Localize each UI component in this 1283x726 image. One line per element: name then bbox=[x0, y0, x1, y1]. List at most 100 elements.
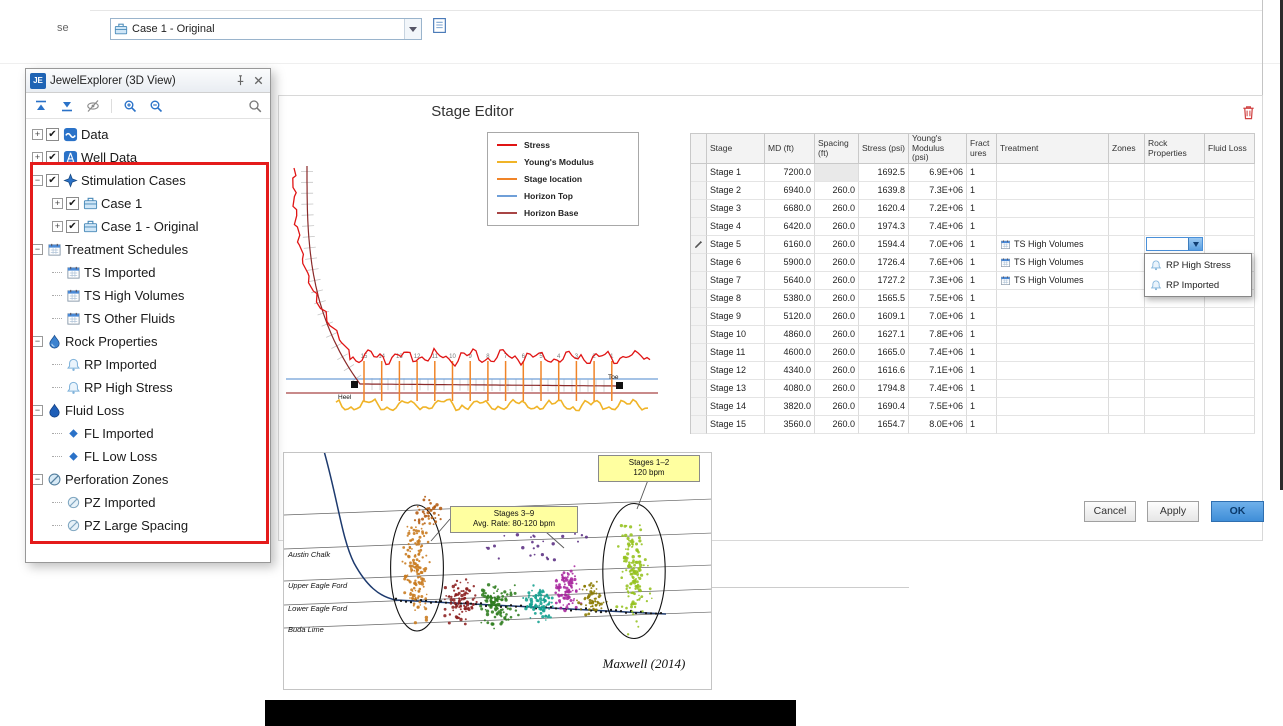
cell-zones[interactable] bbox=[1109, 218, 1145, 236]
column-header-spacing-ft[interactable]: Spacing (ft) bbox=[815, 134, 859, 164]
cell-md-ft[interactable]: 5380.0 bbox=[765, 290, 815, 308]
cell-zones[interactable] bbox=[1109, 272, 1145, 290]
tree-item-ts-other-fluids[interactable]: TS Other Fluids bbox=[26, 307, 270, 330]
pin-icon[interactable] bbox=[232, 73, 248, 89]
checkbox-checked[interactable]: ✔ bbox=[66, 220, 79, 233]
tree-item-pz-imported[interactable]: PZ Imported bbox=[26, 491, 270, 514]
case-selector[interactable]: Case 1 - Original bbox=[110, 18, 422, 40]
cell-stress-psi[interactable]: 1609.1 bbox=[859, 308, 909, 326]
cell-zones[interactable] bbox=[1109, 164, 1145, 182]
cell-stress-psi[interactable]: 1726.4 bbox=[859, 254, 909, 272]
column-header-stage[interactable]: Stage bbox=[707, 134, 765, 164]
tree-item-case-1-original[interactable]: +✔Case 1 - Original bbox=[26, 215, 270, 238]
column-header-stress-psi[interactable]: Stress (psi) bbox=[859, 134, 909, 164]
cell-young-s-modulus-psi[interactable]: 7.2E+06 bbox=[909, 200, 967, 218]
cell-fluid-loss[interactable] bbox=[1205, 380, 1255, 398]
cell-fluid-loss[interactable] bbox=[1205, 182, 1255, 200]
cell-stress-psi[interactable]: 1620.4 bbox=[859, 200, 909, 218]
tree-expander[interactable]: + bbox=[52, 221, 63, 232]
cell-md-ft[interactable]: 6940.0 bbox=[765, 182, 815, 200]
cell-spacing-ft[interactable]: 260.0 bbox=[815, 254, 859, 272]
cell-treatment[interactable] bbox=[997, 326, 1109, 344]
dropdown-option-rp-imported[interactable]: RP Imported bbox=[1146, 275, 1250, 295]
cell-spacing-ft[interactable]: 260.0 bbox=[815, 182, 859, 200]
tree-item-rock-properties[interactable]: −Rock Properties bbox=[26, 330, 270, 353]
cell-fractures[interactable]: 1 bbox=[967, 290, 997, 308]
cell-young-s-modulus-psi[interactable]: 7.4E+06 bbox=[909, 218, 967, 236]
tree-expander[interactable]: + bbox=[32, 129, 43, 140]
cell-young-s-modulus-psi[interactable]: 7.3E+06 bbox=[909, 272, 967, 290]
cell-young-s-modulus-psi[interactable]: 7.6E+06 bbox=[909, 254, 967, 272]
cell-stress-psi[interactable]: 1665.0 bbox=[859, 344, 909, 362]
cell-treatment[interactable]: TS High Volumes bbox=[997, 254, 1109, 272]
cell-zones[interactable] bbox=[1109, 344, 1145, 362]
cell-zones[interactable] bbox=[1109, 380, 1145, 398]
cell-fluid-loss[interactable] bbox=[1205, 362, 1255, 380]
cell-md-ft[interactable]: 6160.0 bbox=[765, 236, 815, 254]
cell-fractures[interactable]: 1 bbox=[967, 416, 997, 434]
table-row-stage-3[interactable]: Stage 36680.0260.01620.47.2E+061 bbox=[691, 200, 1255, 218]
cell-zones[interactable] bbox=[1109, 362, 1145, 380]
tree-item-well-data[interactable]: +✔Well Data bbox=[26, 146, 270, 169]
search-icon[interactable] bbox=[247, 98, 263, 114]
column-header-zones[interactable]: Zones bbox=[1109, 134, 1145, 164]
cell-stage[interactable]: Stage 12 bbox=[707, 362, 765, 380]
table-row-stage-5[interactable]: Stage 56160.0260.01594.47.0E+061TS High … bbox=[691, 236, 1255, 254]
tree-item-rp-high-stress[interactable]: RP High Stress bbox=[26, 376, 270, 399]
edit-pencil-icon[interactable] bbox=[691, 236, 707, 254]
cell-stress-psi[interactable]: 1690.4 bbox=[859, 398, 909, 416]
delete-trash-icon[interactable] bbox=[1241, 104, 1256, 126]
cell-md-ft[interactable]: 5120.0 bbox=[765, 308, 815, 326]
cell-stage[interactable]: Stage 14 bbox=[707, 398, 765, 416]
cell-md-ft[interactable]: 6680.0 bbox=[765, 200, 815, 218]
zoom-out-icon[interactable] bbox=[148, 98, 164, 114]
cell-fractures[interactable]: 1 bbox=[967, 164, 997, 182]
cell-fluid-loss[interactable] bbox=[1205, 398, 1255, 416]
cell-rock-properties[interactable] bbox=[1145, 308, 1205, 326]
cell-treatment[interactable] bbox=[997, 182, 1109, 200]
cell-young-s-modulus-psi[interactable]: 7.4E+06 bbox=[909, 344, 967, 362]
cell-fractures[interactable]: 1 bbox=[967, 218, 997, 236]
column-header-young-s-modulus-psi[interactable]: Young's Modulus (psi) bbox=[909, 134, 967, 164]
chevron-down-icon[interactable] bbox=[1188, 238, 1202, 250]
close-icon[interactable] bbox=[250, 73, 266, 89]
column-header-rock-properties[interactable]: Rock Properties bbox=[1145, 134, 1205, 164]
cell-fluid-loss[interactable] bbox=[1205, 164, 1255, 182]
cell-treatment[interactable] bbox=[997, 164, 1109, 182]
cell-treatment[interactable] bbox=[997, 362, 1109, 380]
tree-item-fl-imported[interactable]: FL Imported bbox=[26, 422, 270, 445]
table-row-stage-11[interactable]: Stage 114600.0260.01665.07.4E+061 bbox=[691, 344, 1255, 362]
cell-stage[interactable]: Stage 9 bbox=[707, 308, 765, 326]
tree-item-ts-high-volumes[interactable]: TS High Volumes bbox=[26, 284, 270, 307]
table-row-stage-4[interactable]: Stage 46420.0260.01974.37.4E+061 bbox=[691, 218, 1255, 236]
cell-fluid-loss[interactable] bbox=[1205, 218, 1255, 236]
tree-item-treatment-schedules[interactable]: −Treatment Schedules bbox=[26, 238, 270, 261]
cell-rock-properties[interactable] bbox=[1145, 398, 1205, 416]
tree-expander[interactable]: + bbox=[32, 152, 43, 163]
cell-stage[interactable]: Stage 13 bbox=[707, 380, 765, 398]
cell-stress-psi[interactable]: 1616.6 bbox=[859, 362, 909, 380]
cell-treatment[interactable] bbox=[997, 200, 1109, 218]
cell-stress-psi[interactable]: 1794.8 bbox=[859, 380, 909, 398]
cell-stress-psi[interactable]: 1627.1 bbox=[859, 326, 909, 344]
table-row-stage-10[interactable]: Stage 104860.0260.01627.17.8E+061 bbox=[691, 326, 1255, 344]
tree-expander[interactable]: − bbox=[32, 175, 43, 186]
cell-treatment[interactable] bbox=[997, 398, 1109, 416]
tree-item-case-1[interactable]: +✔Case 1 bbox=[26, 192, 270, 215]
cell-fractures[interactable]: 1 bbox=[967, 200, 997, 218]
cell-zones[interactable] bbox=[1109, 308, 1145, 326]
cell-spacing-ft[interactable]: 260.0 bbox=[815, 380, 859, 398]
checkbox-checked[interactable]: ✔ bbox=[46, 151, 59, 164]
cell-stage[interactable]: Stage 11 bbox=[707, 344, 765, 362]
cell-young-s-modulus-psi[interactable]: 7.3E+06 bbox=[909, 182, 967, 200]
cell-fractures[interactable]: 1 bbox=[967, 236, 997, 254]
cell-treatment[interactable] bbox=[997, 416, 1109, 434]
cell-md-ft[interactable]: 3820.0 bbox=[765, 398, 815, 416]
cell-fractures[interactable]: 1 bbox=[967, 344, 997, 362]
cell-zones[interactable] bbox=[1109, 416, 1145, 434]
ok-button[interactable]: OK bbox=[1211, 501, 1264, 522]
cell-rock-properties[interactable] bbox=[1145, 218, 1205, 236]
cell-rock-properties[interactable] bbox=[1145, 236, 1205, 254]
cell-fractures[interactable]: 1 bbox=[967, 272, 997, 290]
cell-zones[interactable] bbox=[1109, 236, 1145, 254]
